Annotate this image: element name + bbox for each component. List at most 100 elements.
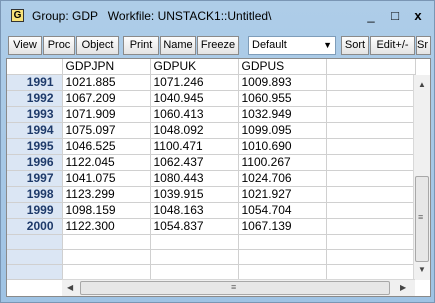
data-cell[interactable]: 1075.097 [62, 122, 151, 139]
sort-button[interactable]: Sort [341, 36, 369, 55]
data-cell[interactable]: 1021.885 [62, 74, 151, 91]
data-cell[interactable]: 1100.267 [238, 154, 327, 171]
column-header-gdpjpn[interactable]: GDPJPN [62, 59, 151, 75]
empty-cell[interactable] [238, 264, 327, 280]
row-header[interactable]: 1991 [7, 74, 63, 91]
vertical-scroll-thumb[interactable]: ≡ [415, 176, 429, 262]
column-header-gdpuk[interactable]: GDPUK [150, 59, 239, 75]
empty-cell[interactable] [62, 234, 151, 250]
empty-cell[interactable] [326, 74, 416, 91]
data-cell[interactable]: 1067.209 [62, 90, 151, 107]
data-cell[interactable]: 1098.159 [62, 202, 151, 219]
row-header[interactable]: 1994 [7, 122, 63, 139]
data-cell[interactable]: 1024.706 [238, 170, 327, 187]
print-button[interactable]: Print [123, 36, 159, 55]
table-row: 1994 1075.097 1048.092 1099.095 [7, 122, 416, 139]
scroll-left-icon[interactable]: ◀ [67, 283, 73, 292]
data-cell[interactable]: 1032.949 [238, 106, 327, 123]
data-cell[interactable]: 1067.139 [238, 218, 327, 235]
toolbar: View Proc Object Print Name Freeze Defau… [6, 34, 431, 58]
row-header[interactable] [7, 264, 63, 280]
data-cell[interactable]: 1009.893 [238, 74, 327, 91]
empty-cell[interactable] [326, 218, 416, 235]
name-button[interactable]: Name [160, 36, 196, 55]
empty-cell[interactable] [326, 154, 416, 171]
empty-cell[interactable] [326, 90, 416, 107]
empty-cell[interactable] [238, 234, 327, 250]
row-header[interactable]: 1995 [7, 138, 63, 155]
row-header[interactable]: 1992 [7, 90, 63, 107]
table-row: 1995 1046.525 1100.471 1010.690 [7, 138, 416, 155]
display-format-select[interactable]: Default ▼ [248, 36, 336, 55]
data-cell[interactable]: 1010.690 [238, 138, 327, 155]
empty-cell[interactable] [326, 234, 416, 250]
grip-icon: ≡ [231, 282, 237, 292]
data-cell[interactable]: 1060.955 [238, 90, 327, 107]
proc-button[interactable]: Proc [43, 36, 75, 55]
row-header[interactable]: 1996 [7, 154, 63, 171]
scroll-up-icon[interactable]: ▲ [418, 80, 426, 89]
data-cell[interactable]: 1039.915 [150, 186, 239, 203]
empty-cell[interactable] [150, 234, 239, 250]
column-header-gdpus[interactable]: GDPUS [238, 59, 327, 75]
row-header[interactable]: 1993 [7, 106, 63, 123]
freeze-button[interactable]: Freeze [197, 36, 239, 55]
empty-cell[interactable] [238, 249, 327, 265]
empty-cell[interactable] [150, 264, 239, 280]
empty-cell[interactable] [62, 249, 151, 265]
edit-toggle-button[interactable]: Edit+/- [370, 36, 415, 55]
empty-cell[interactable] [326, 249, 416, 265]
title-bar[interactable]: G Group: GDP Workfile: UNSTACK1::Untitle… [1, 1, 434, 31]
close-button[interactable]: x [408, 7, 428, 25]
data-cell[interactable]: 1040.945 [150, 90, 239, 107]
data-cell[interactable]: 1080.443 [150, 170, 239, 187]
empty-cell[interactable] [326, 202, 416, 219]
data-cell[interactable]: 1046.525 [62, 138, 151, 155]
data-cell[interactable]: 1054.704 [238, 202, 327, 219]
empty-cell[interactable] [326, 138, 416, 155]
scroll-right-icon[interactable]: ▶ [400, 283, 406, 292]
horizontal-scrollbar[interactable]: ◀ ≡ ▶ [62, 279, 415, 296]
empty-cell[interactable] [62, 264, 151, 280]
data-cell[interactable]: 1123.299 [62, 186, 151, 203]
data-cell[interactable]: 1048.163 [150, 202, 239, 219]
row-header[interactable]: 1999 [7, 202, 63, 219]
spreadsheet-grid[interactable]: GDPJPN GDPUK GDPUS 1991 1021.885 1071.246 1… [6, 58, 431, 297]
smpl-button[interactable]: Sr [416, 36, 431, 55]
row-header[interactable] [7, 234, 63, 250]
row-header[interactable] [7, 249, 63, 265]
empty-cell[interactable] [150, 249, 239, 265]
chevron-down-icon: ▼ [323, 40, 332, 50]
view-button[interactable]: View [8, 36, 42, 55]
data-cell[interactable]: 1071.909 [62, 106, 151, 123]
empty-cell[interactable] [326, 170, 416, 187]
data-cell[interactable]: 1021.927 [238, 186, 327, 203]
minimize-button[interactable]: _ [361, 7, 381, 25]
data-cell[interactable]: 1122.045 [62, 154, 151, 171]
empty-cell[interactable] [326, 122, 416, 139]
data-cell[interactable]: 1048.092 [150, 122, 239, 139]
maximize-button[interactable]: □ [385, 7, 405, 25]
data-cell[interactable]: 1100.471 [150, 138, 239, 155]
empty-cell[interactable] [326, 264, 416, 280]
object-button[interactable]: Object [76, 36, 119, 55]
table-row: 2000 1122.300 1054.837 1067.139 [7, 218, 416, 235]
data-cell[interactable]: 1062.437 [150, 154, 239, 171]
row-header[interactable]: 1998 [7, 186, 63, 203]
data-cell[interactable]: 1060.413 [150, 106, 239, 123]
data-cell[interactable]: 1122.300 [62, 218, 151, 235]
horizontal-scroll-thumb[interactable]: ≡ [80, 281, 390, 295]
data-cell[interactable]: 1041.075 [62, 170, 151, 187]
row-header[interactable]: 2000 [7, 218, 63, 235]
empty-cell[interactable] [326, 186, 416, 203]
vertical-scrollbar[interactable]: ▲ ≡ ▼ [413, 75, 430, 280]
data-cell[interactable]: 1071.246 [150, 74, 239, 91]
scroll-down-icon[interactable]: ▼ [418, 265, 426, 274]
data-cell[interactable]: 1054.837 [150, 218, 239, 235]
column-header-empty[interactable] [326, 59, 416, 75]
row-header[interactable]: 1997 [7, 170, 63, 187]
table-row: 1992 1067.209 1040.945 1060.955 [7, 90, 416, 107]
data-cell[interactable]: 1099.095 [238, 122, 327, 139]
grip-icon: ≡ [418, 212, 424, 222]
empty-cell[interactable] [326, 106, 416, 123]
